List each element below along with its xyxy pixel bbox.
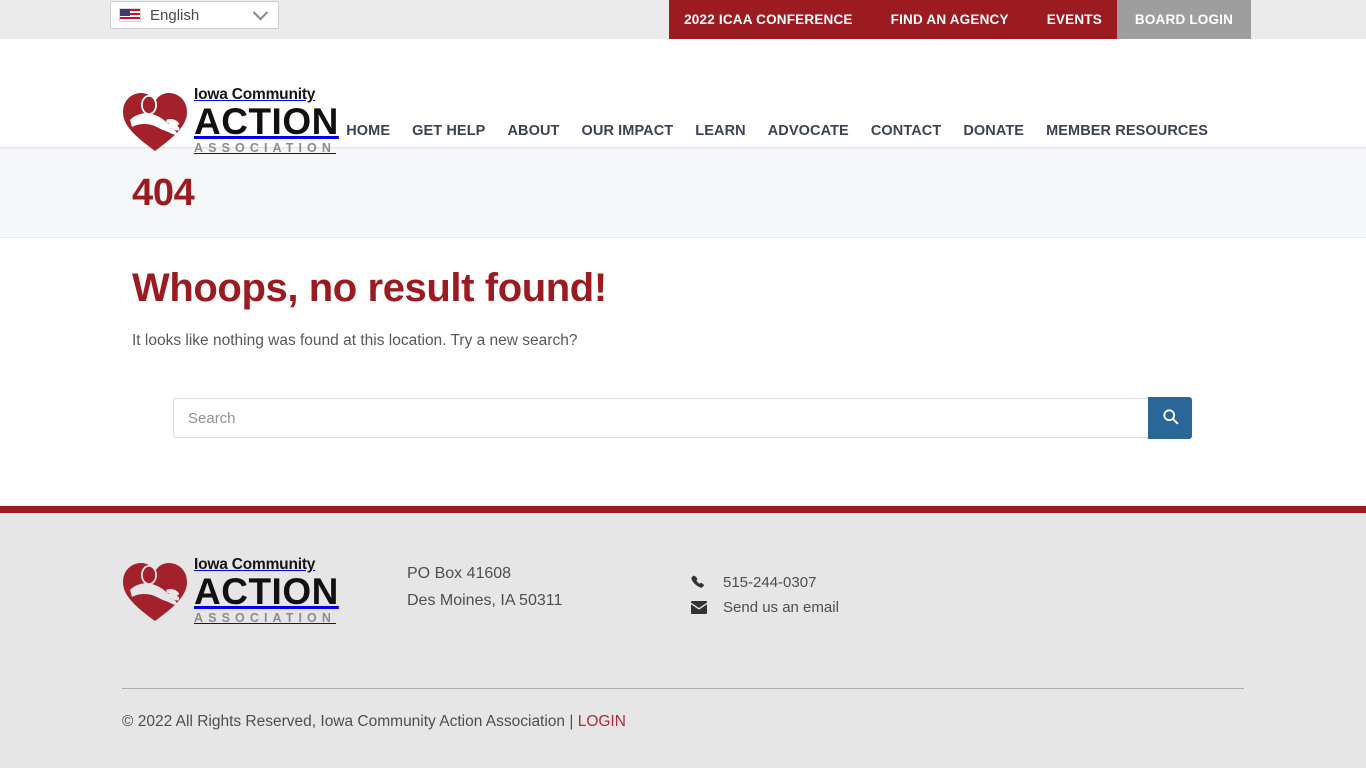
footer-phone-row: 515-244-0307	[691, 570, 839, 595]
top-nav-item-events[interactable]: EVENTS	[1028, 12, 1121, 27]
logo-line-2: ACTION	[194, 100, 339, 142]
site-header: Iowa Community ACTION ASSOCIATION HOME G…	[0, 39, 1366, 154]
us-flag-icon	[119, 8, 141, 22]
footer-logo-line-2: ACTION	[194, 570, 339, 612]
footer-address: PO Box 41608 Des Moines, IA 50311	[407, 560, 562, 614]
footer-divider	[122, 688, 1244, 689]
heart-embrace-logo-icon	[122, 90, 188, 152]
language-selector-label: English	[150, 6, 200, 24]
top-nav-item-conference[interactable]: 2022 ICAA CONFERENCE	[665, 12, 872, 27]
phone-icon	[691, 575, 713, 590]
nav-item-advocate[interactable]: ADVOCATE	[768, 123, 849, 139]
site-footer: Iowa Community ACTION ASSOCIATION PO Box…	[0, 513, 1366, 768]
nav-item-member-resources[interactable]: MEMBER RESOURCES	[1046, 123, 1208, 139]
main-content: Whoops, no result found! It looks like n…	[0, 238, 1366, 506]
footer-email-link[interactable]: Send us an email	[723, 599, 839, 616]
footer-copyright: © 2022 All Rights Reserved, Iowa Communi…	[122, 713, 626, 731]
error-description: It looks like nothing was found at this …	[132, 332, 578, 349]
page-title-band: 404	[0, 148, 1366, 238]
footer-logo[interactable]: Iowa Community ACTION ASSOCIATION	[122, 557, 339, 625]
page-title: 404	[132, 171, 195, 214]
nav-item-contact[interactable]: CONTACT	[871, 123, 942, 139]
top-nav-links: 2022 ICAA CONFERENCE FIND AN AGENCY EVEN…	[669, 0, 1117, 39]
chevron-down-icon	[252, 4, 269, 20]
logo-wordmark: Iowa Community ACTION ASSOCIATION	[194, 87, 339, 155]
copyright-text: © 2022 All Rights Reserved, Iowa Communi…	[122, 713, 578, 730]
heart-embrace-logo-icon	[122, 560, 188, 622]
footer-top-divider	[0, 506, 1366, 513]
nav-item-get-help[interactable]: GET HELP	[412, 123, 485, 139]
search-submit-button[interactable]	[1148, 397, 1192, 439]
footer-logo-wordmark: Iowa Community ACTION ASSOCIATION	[194, 557, 339, 625]
envelope-icon	[691, 601, 713, 614]
nav-item-home[interactable]: HOME	[346, 123, 390, 139]
footer-email-row: Send us an email	[691, 595, 839, 620]
search-form	[173, 397, 1192, 439]
site-logo[interactable]: Iowa Community ACTION ASSOCIATION	[122, 87, 339, 155]
nav-item-donate[interactable]: DONATE	[963, 123, 1024, 139]
logo-line-3: ASSOCIATION	[194, 141, 336, 156]
footer-login-link[interactable]: LOGIN	[578, 713, 626, 730]
board-login-link[interactable]: BOARD LOGIN	[1135, 12, 1233, 27]
top-utility-strip: English 2022 ICAA CONFERENCE FIND AN AGE…	[0, 0, 1366, 39]
nav-item-learn[interactable]: LEARN	[695, 123, 745, 139]
search-input[interactable]	[173, 398, 1148, 438]
nav-item-about[interactable]: ABOUT	[507, 123, 559, 139]
footer-phone-link[interactable]: 515-244-0307	[723, 574, 816, 591]
primary-navigation: HOME GET HELP ABOUT OUR IMPACT LEARN ADV…	[346, 123, 1208, 139]
footer-address-line-1: PO Box 41608	[407, 565, 512, 582]
footer-address-line-2: Des Moines, IA 50311	[407, 592, 563, 609]
footer-logo-line-3: ASSOCIATION	[194, 611, 336, 626]
nav-item-our-impact[interactable]: OUR IMPACT	[582, 123, 674, 139]
language-selector[interactable]: English	[110, 1, 279, 29]
board-login-block[interactable]: BOARD LOGIN	[1117, 0, 1251, 39]
top-nav-item-find-an-agency[interactable]: FIND AN AGENCY	[872, 12, 1028, 27]
error-heading: Whoops, no result found!	[132, 266, 607, 310]
search-icon	[1162, 408, 1179, 428]
footer-contact: 515-244-0307 Send us an email	[691, 570, 839, 620]
